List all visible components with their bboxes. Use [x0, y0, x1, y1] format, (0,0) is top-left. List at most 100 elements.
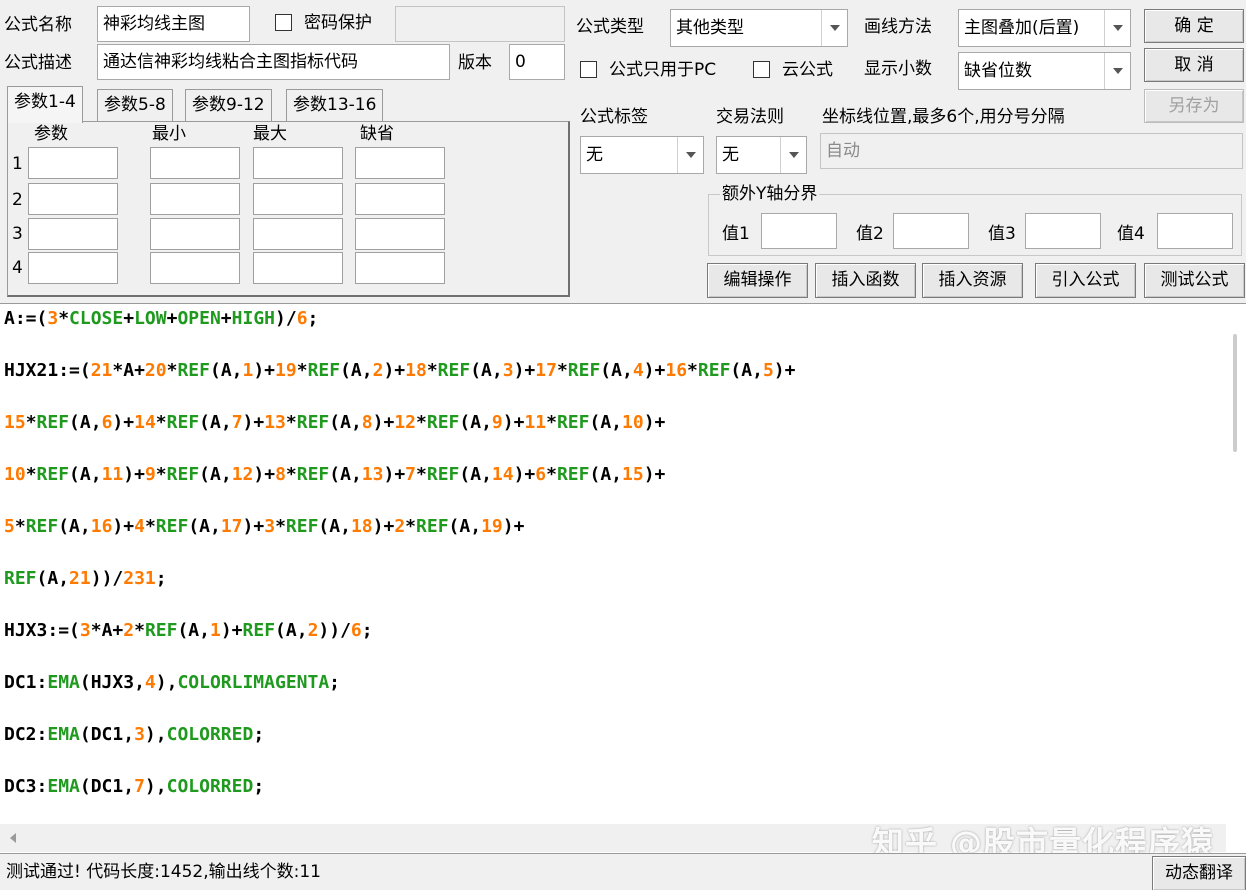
chevron-down-icon[interactable] [1104, 53, 1130, 89]
draw-method-value: 主图叠加(后置) [964, 18, 1080, 38]
param-name-cell[interactable] [28, 147, 118, 179]
trade-rule-select[interactable]: 无 [716, 136, 807, 174]
code-content[interactable]: A:=(3*CLOSE+LOW+OPEN+HIGH)/6; HJX21:=(21*… [4, 308, 795, 828]
extra-y-axis-label: 额外Y轴分界 [720, 183, 820, 205]
test-formula-button[interactable]: 测试公式 [1144, 263, 1245, 298]
code-line[interactable]: DC2:EMA(DC1,3),COLORRED; [4, 724, 795, 776]
y-value-2-label: 值2 [856, 224, 884, 244]
draw-method-select[interactable]: 主图叠加(后置) [958, 9, 1131, 47]
y-value-2-input[interactable] [893, 213, 969, 249]
edit-operation-button[interactable]: 编辑操作 [707, 263, 808, 298]
decimal-value: 缺省位数 [964, 61, 1032, 81]
formula-tag-select[interactable]: 无 [580, 136, 704, 174]
param-min-cell[interactable] [150, 183, 240, 215]
dynamic-translate-button[interactable]: 动态翻译 [1152, 856, 1246, 890]
y-value-1-label: 值1 [722, 224, 750, 244]
param-default-cell[interactable] [355, 252, 445, 284]
param-row-label: 1 [12, 154, 23, 174]
password-protect-checkbox[interactable] [275, 14, 292, 31]
param-header-min: 最小 [152, 124, 186, 144]
watermark: 知乎 @股市量化程序猿 [871, 824, 1214, 853]
param-header-default: 缺省 [360, 124, 394, 144]
y-value-4-label: 值4 [1117, 224, 1145, 244]
code-line[interactable]: DC3:EMA(DC1,7),COLORRED; [4, 776, 795, 828]
param-name-cell[interactable] [28, 218, 118, 250]
tab-params-1-4[interactable]: 参数1-4 [7, 86, 83, 123]
code-line[interactable]: A:=(3*CLOSE+LOW+OPEN+HIGH)/6; [4, 308, 795, 360]
decimal-select[interactable]: 缺省位数 [958, 52, 1131, 90]
param-min-cell[interactable] [150, 252, 240, 284]
param-default-cell[interactable] [355, 183, 445, 215]
code-line[interactable]: 5*REF(A,16)+4*REF(A,17)+3*REF(A,18)+2*RE… [4, 516, 795, 568]
chevron-down-icon[interactable] [821, 10, 847, 46]
cloud-formula-label: 云公式 [782, 60, 833, 80]
version-input[interactable]: 0 [509, 44, 565, 80]
save-as-button[interactable]: 另存为 [1144, 89, 1244, 123]
trade-rule-value: 无 [722, 145, 739, 165]
code-line[interactable]: HJX3:=(3*A+2*REF(A,1)+REF(A,2))/6; [4, 620, 795, 672]
y-value-3-label: 值3 [988, 224, 1016, 244]
ok-button[interactable]: 确 定 [1144, 9, 1244, 43]
y-value-4-input[interactable] [1157, 213, 1233, 249]
cloud-formula-checkbox[interactable] [753, 61, 770, 78]
pc-only-checkbox[interactable] [580, 61, 597, 78]
decimal-label: 显示小数 [864, 59, 932, 79]
formula-tag-value: 无 [586, 145, 603, 165]
import-formula-button[interactable]: 引入公式 [1035, 263, 1136, 298]
param-row-label: 2 [12, 190, 23, 210]
y-value-1-input[interactable] [761, 213, 837, 249]
version-label: 版本 [458, 53, 492, 73]
param-row-label: 3 [12, 224, 23, 244]
status-bar: 测试通过! 代码长度:1452,输出线个数:11 动态翻译 [0, 853, 1246, 890]
param-max-cell[interactable] [253, 218, 343, 250]
formula-desc-label: 公式描述 [4, 53, 72, 73]
scroll-left-icon[interactable] [10, 833, 16, 843]
formula-name-label: 公式名称 [4, 15, 72, 35]
trade-rule-label: 交易法则 [716, 107, 784, 127]
chevron-down-icon[interactable] [1104, 10, 1130, 46]
formula-tag-label: 公式标签 [580, 107, 648, 127]
scrollbar-thumb[interactable] [1233, 334, 1237, 452]
formula-type-select[interactable]: 其他类型 [670, 9, 848, 47]
y-value-3-input[interactable] [1025, 213, 1101, 249]
param-header-max: 最大 [253, 124, 287, 144]
param-default-cell[interactable] [355, 147, 445, 179]
insert-function-button[interactable]: 插入函数 [815, 263, 916, 298]
param-min-cell[interactable] [150, 218, 240, 250]
tab-params-5-8[interactable]: 参数5-8 [97, 89, 173, 121]
param-name-cell[interactable] [28, 252, 118, 284]
code-line[interactable]: 10*REF(A,11)+9*REF(A,12)+8*REF(A,13)+7*R… [4, 464, 795, 516]
code-editor[interactable]: A:=(3*CLOSE+LOW+OPEN+HIGH)/6; HJX21:=(21*… [0, 303, 1246, 853]
code-line[interactable]: HJX21:=(21*A+20*REF(A,1)+19*REF(A,2)+18*… [4, 360, 795, 412]
code-line[interactable]: DC1:EMA(HJX3,4),COLORLIMAGENTA; [4, 672, 795, 724]
tab-params-9-12[interactable]: 参数9-12 [185, 89, 272, 121]
tab-params-13-16[interactable]: 参数13-16 [286, 89, 384, 121]
draw-method-label: 画线方法 [864, 17, 932, 37]
insert-resource-button[interactable]: 插入资源 [922, 263, 1023, 298]
code-line[interactable]: REF(A,21))/231; [4, 568, 795, 620]
param-min-cell[interactable] [150, 147, 240, 179]
chevron-down-icon[interactable] [677, 137, 703, 173]
chevron-down-icon[interactable] [780, 137, 806, 173]
formula-desc-input[interactable]: 通达信神彩均线粘合主图指标代码 [97, 44, 450, 80]
status-message: 测试通过! 代码长度:1452,输出线个数:11 [6, 862, 321, 882]
param-name-cell[interactable] [28, 183, 118, 215]
formula-type-label: 公式类型 [576, 17, 644, 37]
param-max-cell[interactable] [253, 183, 343, 215]
formula-type-value: 其他类型 [676, 18, 744, 38]
code-line[interactable]: 15*REF(A,6)+14*REF(A,7)+13*REF(A,8)+12*R… [4, 412, 795, 464]
coord-line-input[interactable]: 自动 [820, 133, 1243, 169]
param-max-cell[interactable] [253, 147, 343, 179]
param-row-label: 4 [12, 258, 23, 278]
params-panel: 参数 最小 最大 缺省 1 2 3 4 [7, 121, 570, 297]
param-max-cell[interactable] [253, 252, 343, 284]
password-input[interactable] [395, 6, 565, 42]
pc-only-label: 公式只用于PC [609, 60, 717, 80]
formula-name-input[interactable]: 神彩均线主图 [97, 6, 250, 42]
vertical-scrollbar[interactable] [1226, 304, 1246, 824]
cancel-button[interactable]: 取 消 [1144, 48, 1244, 82]
coord-line-label: 坐标线位置,最多6个,用分号分隔 [822, 107, 1065, 127]
param-default-cell[interactable] [355, 218, 445, 250]
param-header-name: 参数 [34, 124, 68, 144]
password-protect-label: 密码保护 [304, 13, 372, 33]
